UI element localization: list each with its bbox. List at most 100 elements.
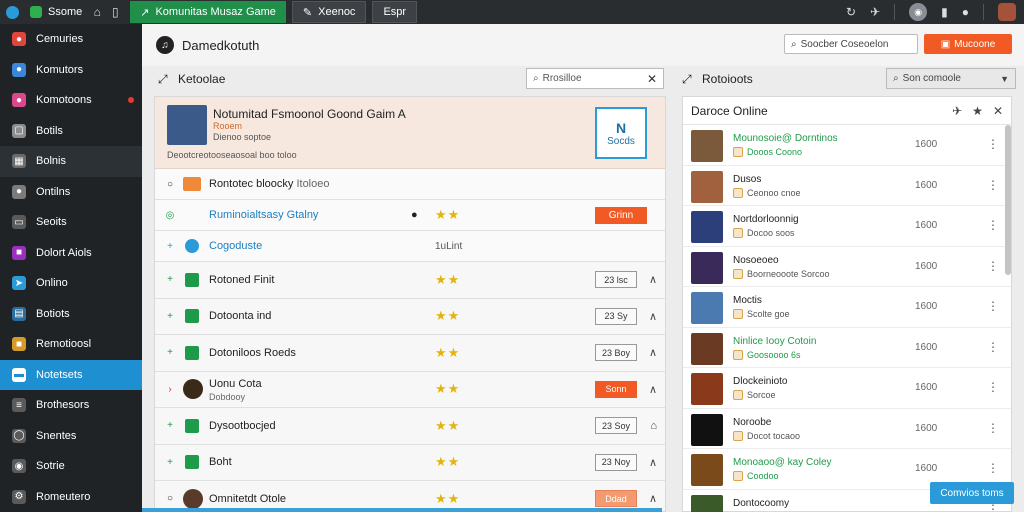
chevron-up-icon[interactable]: ∧	[649, 383, 657, 396]
add-icon[interactable]: +	[165, 241, 175, 252]
header-search-input[interactable]: ⌕ Soocber Coseoelon	[784, 34, 918, 54]
chevron-up-icon[interactable]: ∧	[649, 492, 657, 505]
sidebar-item[interactable]: ▢ Botils	[0, 116, 142, 147]
filter-select[interactable]: ⌕ Son comoole ▼	[886, 68, 1016, 89]
center-search-input[interactable]: ⌕ Rrosilloe ✕	[526, 68, 664, 89]
avatar	[691, 332, 723, 365]
floating-action-button[interactable]: Comvios toms	[930, 482, 1014, 504]
more-icon[interactable]: ⋮	[987, 259, 999, 273]
sidebar-item[interactable]: ● Ontilns	[0, 177, 142, 208]
featured-card[interactable]: Notumitad Fsmoonol Goond Gaim A Rooem Di…	[155, 97, 665, 169]
sidebar-item[interactable]: ▭ Seoits	[0, 207, 142, 238]
add-icon[interactable]: +	[165, 347, 175, 358]
add-icon[interactable]: +	[165, 420, 175, 431]
more-icon[interactable]: ⋮	[987, 137, 999, 151]
list-item[interactable]: Nosoeoeo Boorneooote Sorcoo 1600 ⋮	[683, 247, 1011, 287]
star-icon[interactable]: ★	[972, 104, 983, 118]
sidebar-item[interactable]: ➤ Onlino	[0, 268, 142, 299]
tab-espr[interactable]: Espr	[372, 1, 418, 23]
table-row[interactable]: + Rotoned Finit ★★ 23 lsc ∧	[155, 262, 665, 299]
row-status-box[interactable]: Ddad	[595, 490, 637, 508]
chevron-up-icon[interactable]: ∧	[649, 273, 657, 286]
table-row[interactable]: + Dotoniloos Roeds ★★ 23 Boy ∧	[155, 335, 665, 372]
clear-icon[interactable]: ✕	[647, 72, 657, 86]
table-row[interactable]: + Boht ★★ 23 Noy ∧	[155, 445, 665, 481]
bookmark-icon[interactable]: ▯	[106, 5, 124, 19]
more-icon[interactable]: ⋮	[987, 421, 999, 435]
list-item[interactable]: Dlockeinioto Sorcoe 1600 ⋮	[683, 368, 1011, 409]
app-switcher[interactable]: Ssome	[24, 6, 88, 18]
pin-icon[interactable]: ✈	[870, 5, 880, 19]
sidebar-item-active[interactable]: ▬ Notetsets	[0, 359, 142, 390]
row-status-box[interactable]: Sonn	[595, 380, 637, 398]
list-item[interactable]: Ninlice Iooy Cotoin Goosoooo 6s 1600 ⋮	[683, 328, 1011, 368]
add-icon[interactable]: +	[165, 457, 175, 468]
list-item[interactable]: Moctis Scolte goe 1600 ⋮	[683, 287, 1011, 328]
row-status-box[interactable]: 23 lsc	[595, 271, 637, 289]
join-button[interactable]: Grinn	[595, 206, 647, 224]
tab-xeenoc[interactable]: ✎ Xeenoc	[291, 1, 367, 23]
row-status-box[interactable]: 23 Soy	[595, 417, 637, 435]
more-icon[interactable]: ⋮	[987, 218, 999, 232]
table-row[interactable]: › Uonu Cota Dobdooy ★★ Sonn ∧	[155, 372, 665, 408]
more-icon[interactable]: ⋮	[987, 299, 999, 313]
row-status-box[interactable]: 23 Noy	[595, 453, 637, 471]
sidebar-item[interactable]: ⚙ Romeutero	[0, 482, 142, 512]
chevron-up-icon[interactable]: ∧	[649, 346, 657, 359]
refresh-icon[interactable]: ↻	[846, 5, 856, 19]
chevron-right-icon[interactable]: ›	[165, 384, 175, 395]
more-icon[interactable]: ⋮	[987, 340, 999, 354]
more-icon[interactable]: ⋮	[987, 461, 999, 475]
list-item[interactable]: Noroobe Docot tocaoo 1600 ⋮	[683, 409, 1011, 449]
more-icon[interactable]: ⋮	[987, 178, 999, 192]
add-icon[interactable]: +	[165, 311, 175, 322]
sidebar-item[interactable]: ▦ Bolnis	[0, 146, 142, 177]
scrollbar[interactable]	[1005, 125, 1011, 275]
lock-icon[interactable]: ⌂	[650, 420, 657, 432]
add-icon[interactable]: +	[165, 274, 175, 285]
divider	[983, 4, 984, 20]
table-row[interactable]: + Dysootbocjed ★★ 23 Soy ⌂	[155, 408, 665, 445]
check-icon[interactable]: ◎	[165, 210, 175, 221]
row-status-box[interactable]: 23 Boy	[595, 344, 637, 362]
browser-logo-icon[interactable]	[0, 0, 24, 24]
list-item[interactable]: Dusos Ceonoo cnoe 1600 ⋮	[683, 166, 1011, 206]
more-icon[interactable]: ⋮	[987, 380, 999, 394]
window-icon[interactable]: ▮	[941, 5, 948, 19]
record-icon[interactable]: ●	[962, 5, 969, 19]
sidebar-item[interactable]: ● Komotoons	[0, 85, 142, 116]
chevron-up-icon[interactable]: ∧	[649, 310, 657, 323]
close-icon[interactable]: ✕	[993, 104, 1003, 118]
list-item[interactable]: Mounosoie@ Dorntinos Dooos Coono 1600 ⋮	[683, 125, 1011, 166]
home-icon[interactable]: ⌂	[88, 5, 106, 19]
list-item[interactable]: + Cogoduste 1uLint	[155, 231, 665, 262]
folder-icon	[183, 177, 201, 191]
sidebar-item[interactable]: ■ Dolort Aiols	[0, 238, 142, 269]
sort-icon[interactable]: ⤢	[158, 72, 168, 87]
sidebar-item[interactable]: ◯ Snentes	[0, 421, 142, 452]
profile-avatar[interactable]	[998, 3, 1016, 21]
radio-icon[interactable]: ○	[165, 493, 175, 504]
radio-icon[interactable]: ○	[165, 179, 175, 190]
list-item[interactable]: ○ Rontotec bloocky Itoloeo	[155, 169, 665, 200]
user-avatar[interactable]: ◉	[909, 3, 928, 21]
pin-icon[interactable]: ✈	[952, 104, 962, 118]
expand-icon[interactable]: ⤢	[682, 72, 692, 87]
sidebar-item[interactable]: ◉ Sotrie	[0, 451, 142, 482]
tab-komunitas[interactable]: ↗ Komunitas Musaz Game	[130, 1, 286, 23]
list-item[interactable]: Nortdorloonnig Docoo soos 1600 ⋮	[683, 206, 1011, 247]
search-icon: ⌕	[791, 38, 797, 50]
list-item[interactable]: ◎ Ruminoialtsasy Gtalny ● ★★ Grinn	[155, 200, 665, 231]
chevron-up-icon[interactable]: ∧	[649, 456, 657, 469]
sidebar-item[interactable]: ■ Remotioosl	[0, 329, 142, 360]
logo-icon: N	[615, 119, 627, 136]
featured-action-button[interactable]: N Socds	[595, 107, 647, 159]
sidebar-item[interactable]: ● Komutors	[0, 55, 142, 86]
header-action-button[interactable]: ▣ Mucoone	[924, 34, 1012, 54]
section-title: Rotoioots	[702, 72, 753, 86]
sidebar-item[interactable]: ● Cemuries	[0, 24, 142, 55]
sidebar-item[interactable]: ▤ Botiots	[0, 299, 142, 330]
row-status-box[interactable]: 23 Sy	[595, 307, 637, 325]
sidebar-item[interactable]: ≡ Brothesors	[0, 390, 142, 421]
table-row[interactable]: + Dotoonta ind ★★ 23 Sy ∧	[155, 299, 665, 335]
